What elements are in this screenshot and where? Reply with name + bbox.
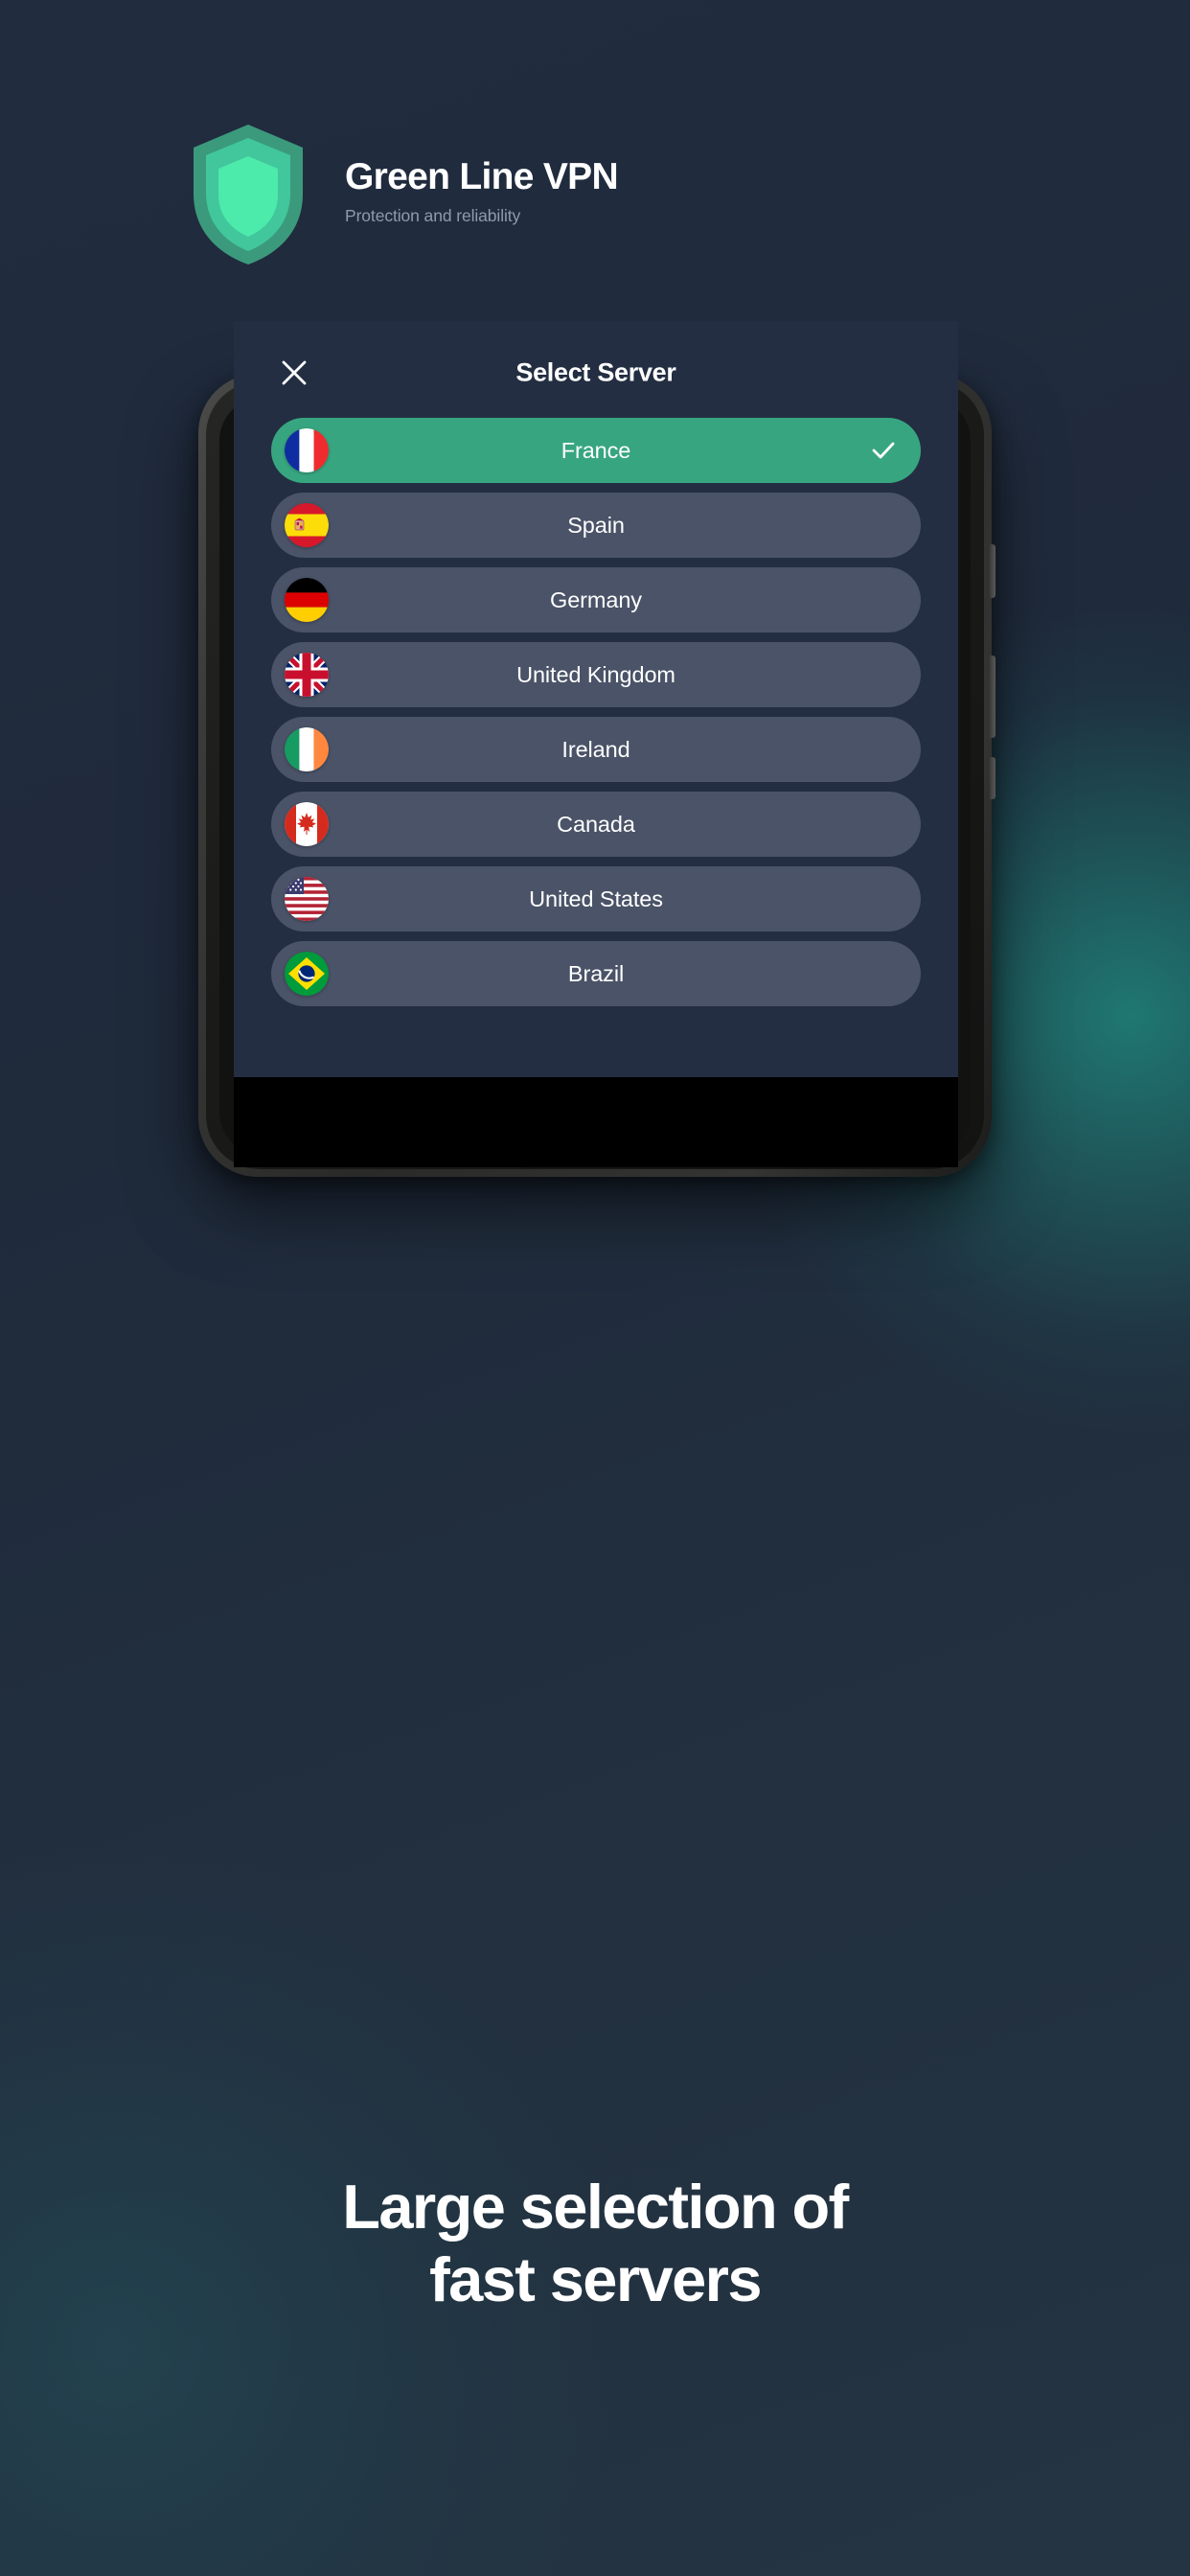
flag-de-icon bbox=[285, 578, 329, 622]
server-list: France Spain Germany United Kingdom Irel… bbox=[271, 418, 921, 1016]
shield-icon bbox=[190, 123, 307, 266]
server-row-spain[interactable]: Spain bbox=[271, 493, 921, 558]
app-header: Select Server bbox=[234, 321, 958, 425]
promo-tagline: Large selection of fast servers bbox=[0, 2171, 1190, 2316]
volume-up-button[interactable] bbox=[990, 544, 995, 598]
phone-chin bbox=[234, 1077, 958, 1167]
tagline-line-1: Large selection of bbox=[342, 2172, 849, 2242]
server-row-france[interactable]: France bbox=[271, 418, 921, 483]
flag-br-icon bbox=[285, 952, 329, 996]
server-row-united-states[interactable]: United States bbox=[271, 866, 921, 932]
server-row-canada[interactable]: Canada bbox=[271, 792, 921, 857]
server-row-germany[interactable]: Germany bbox=[271, 567, 921, 632]
app-screen: Select Server France Spain Germany Unite… bbox=[234, 321, 958, 1077]
tagline-line-2: fast servers bbox=[429, 2244, 762, 2315]
server-name: Canada bbox=[557, 811, 635, 837]
server-name: Brazil bbox=[567, 960, 625, 986]
server-name: Spain bbox=[567, 512, 625, 538]
server-row-united-kingdom[interactable]: United Kingdom bbox=[271, 642, 921, 707]
server-name: France bbox=[561, 437, 631, 463]
flag-us-icon bbox=[285, 877, 329, 921]
flag-fr-icon bbox=[285, 428, 329, 472]
app-name: Green Line VPN bbox=[345, 155, 619, 197]
server-name: United States bbox=[529, 886, 663, 911]
server-name: United Kingdom bbox=[516, 661, 675, 687]
volume-down-button[interactable] bbox=[990, 656, 995, 738]
flag-es-icon bbox=[285, 503, 329, 547]
promo-screenshot: Green Line VPN Protection and reliabilit… bbox=[0, 0, 1190, 2576]
power-button[interactable] bbox=[990, 757, 995, 799]
brand-header: Green Line VPN Protection and reliabilit… bbox=[190, 123, 619, 266]
flag-gb-icon bbox=[285, 653, 329, 697]
page-title: Select Server bbox=[515, 357, 676, 387]
server-name: Germany bbox=[550, 586, 642, 612]
server-row-ireland[interactable]: Ireland bbox=[271, 717, 921, 782]
brand-text-block: Green Line VPN Protection and reliabilit… bbox=[345, 155, 619, 232]
app-tagline: Protection and reliability bbox=[345, 206, 521, 226]
server-name: Ireland bbox=[561, 736, 630, 762]
check-icon bbox=[869, 436, 898, 465]
flag-ie-icon bbox=[285, 727, 329, 771]
flag-ca-icon bbox=[285, 802, 329, 846]
server-row-brazil[interactable]: Brazil bbox=[271, 941, 921, 1006]
